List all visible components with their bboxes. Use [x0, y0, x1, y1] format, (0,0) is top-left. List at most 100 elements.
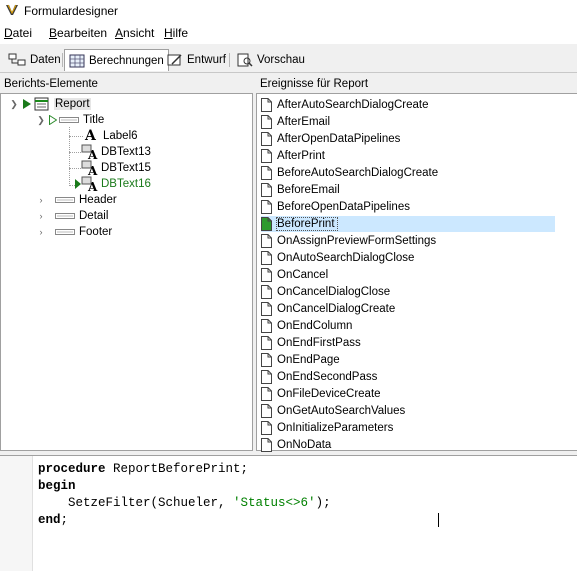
event-item[interactable]: OnEndPage: [261, 352, 342, 368]
event-item[interactable]: OnInitializeParameters: [261, 420, 395, 436]
right-panel-header: Ereignisse für Report: [260, 78, 369, 90]
document-icon: [261, 387, 272, 401]
chevron-right-icon[interactable]: ›: [36, 224, 46, 240]
event-item[interactable]: OnEndFirstPass: [261, 335, 363, 351]
event-item[interactable]: AfterOpenDataPipelines: [261, 131, 402, 147]
menu-hilfe[interactable]: Hilfe: [164, 26, 188, 40]
event-label: OnAssignPreviewFormSettings: [277, 235, 437, 247]
document-icon: [261, 183, 272, 197]
tree-node-dbtext13[interactable]: A DBText13: [81, 144, 151, 160]
event-item[interactable]: OnGetAutoSearchValues: [261, 403, 407, 419]
pointer-outline-icon: [49, 115, 57, 125]
db-text-icon: A: [81, 176, 98, 192]
band-icon: [55, 229, 75, 235]
tree-node-dbtext16[interactable]: A DBText16: [75, 176, 151, 192]
event-item[interactable]: OnFileDeviceCreate: [261, 386, 383, 402]
tree-node-report[interactable]: Report: [23, 96, 91, 112]
tab-vorschau[interactable]: Vorschau: [233, 50, 309, 70]
event-item[interactable]: BeforeAutoSearchDialogCreate: [261, 165, 440, 181]
menu-datei[interactable]: Datei: [4, 26, 32, 40]
app-icon: [6, 4, 18, 15]
event-label: BeforePrint: [276, 217, 338, 231]
tree-node-label6[interactable]: A Label6: [85, 128, 138, 144]
preview-icon: [237, 53, 253, 67]
chevron-right-icon[interactable]: ›: [36, 192, 46, 208]
code-line: begin: [38, 479, 76, 493]
design-icon: [167, 54, 182, 66]
event-item[interactable]: AfterEmail: [261, 114, 332, 130]
event-label: OnCancelDialogClose: [277, 286, 391, 298]
document-icon: [261, 302, 272, 316]
document-icon: [261, 336, 272, 350]
tree-node-title[interactable]: Title: [49, 112, 104, 128]
document-icon: [261, 115, 272, 129]
chevron-down-icon[interactable]: ❯: [36, 112, 46, 128]
event-item[interactable]: AfterAutoSearchDialogCreate: [261, 97, 431, 113]
event-label: OnEndPage: [277, 354, 340, 366]
code-line: procedure ReportBeforePrint;: [38, 462, 249, 476]
text-label-icon: A: [85, 128, 96, 144]
event-label: AfterAutoSearchDialogCreate: [277, 99, 429, 111]
event-item[interactable]: OnEndColumn: [261, 318, 354, 334]
tab-entwurf[interactable]: Entwurf: [163, 50, 230, 70]
event-item[interactable]: BeforePrint: [261, 216, 555, 232]
document-icon: [261, 438, 272, 452]
document-icon: [261, 285, 272, 299]
event-item[interactable]: BeforeOpenDataPipelines: [261, 199, 412, 215]
event-label: OnInitializeParameters: [277, 422, 394, 434]
tree-node-footer[interactable]: Footer: [55, 224, 112, 240]
tree-node-header[interactable]: Header: [55, 192, 117, 208]
event-item[interactable]: BeforeEmail: [261, 182, 342, 198]
calc-icon: [69, 54, 85, 67]
active-pointer-icon: [23, 99, 31, 109]
code-document-icon: [261, 217, 272, 231]
event-item[interactable]: OnAutoSearchDialogClose: [261, 250, 416, 266]
event-label: OnNoData: [277, 439, 332, 451]
document-icon: [261, 132, 272, 146]
svg-text:A: A: [87, 148, 98, 160]
document-icon: [261, 421, 272, 435]
title-bar: Formulardesigner: [0, 0, 577, 22]
event-label: OnAutoSearchDialogClose: [277, 252, 415, 264]
document-icon: [261, 319, 272, 333]
tree-node-dbtext15[interactable]: A DBText15: [81, 160, 151, 176]
event-label: OnEndFirstPass: [277, 337, 361, 349]
document-icon: [261, 98, 272, 112]
event-label: BeforeOpenDataPipelines: [277, 201, 410, 213]
event-label: OnFileDeviceCreate: [277, 388, 381, 400]
event-item[interactable]: OnNoData: [261, 437, 333, 453]
event-item[interactable]: OnEndSecondPass: [261, 369, 379, 385]
document-icon: [261, 149, 272, 163]
db-text-icon: A: [81, 144, 98, 160]
tree-node-detail[interactable]: Detail: [55, 208, 108, 224]
document-icon: [261, 370, 272, 384]
band-icon: [59, 117, 79, 123]
event-item[interactable]: OnCancelDialogCreate: [261, 301, 397, 317]
band-icon: [55, 197, 75, 203]
code-line: end;: [38, 513, 69, 527]
event-list: AfterAutoSearchDialogCreate AfterEmail Aft…: [256, 93, 577, 453]
document-icon: [261, 404, 272, 418]
event-item[interactable]: OnCancelDialogClose: [261, 284, 392, 300]
svg-text:A: A: [87, 164, 98, 176]
menu-bearbeiten[interactable]: Bearbeiten: [49, 26, 107, 40]
code-line: SetzeFilter(Schueler, 'Status<>6');: [38, 496, 331, 510]
event-item[interactable]: AfterPrint: [261, 148, 327, 164]
event-label: OnCancel: [277, 269, 329, 281]
chevron-down-icon[interactable]: ❯: [9, 96, 19, 112]
event-label: OnCancelDialogCreate: [277, 303, 396, 315]
chevron-right-icon[interactable]: ›: [36, 208, 46, 224]
left-panel-header: Berichts-Elemente: [4, 78, 98, 90]
tab-daten[interactable]: Daten: [4, 50, 65, 70]
tab-bar: Daten Berechnungen Entwurf Vorschau: [0, 48, 577, 73]
window-title: Formulardesigner: [24, 4, 119, 18]
event-label: AfterEmail: [277, 116, 331, 128]
event-item[interactable]: OnAssignPreviewFormSettings: [261, 233, 438, 249]
event-item[interactable]: OnCancel: [261, 267, 330, 283]
document-icon: [261, 166, 272, 180]
menu-ansicht[interactable]: Ansicht: [115, 26, 154, 40]
event-label: BeforeAutoSearchDialogCreate: [277, 167, 439, 179]
tab-berechnungen[interactable]: Berechnungen: [64, 49, 169, 71]
band-icon: [55, 213, 75, 219]
code-editor[interactable]: procedure ReportBeforePrint; begin Setze…: [0, 455, 577, 571]
